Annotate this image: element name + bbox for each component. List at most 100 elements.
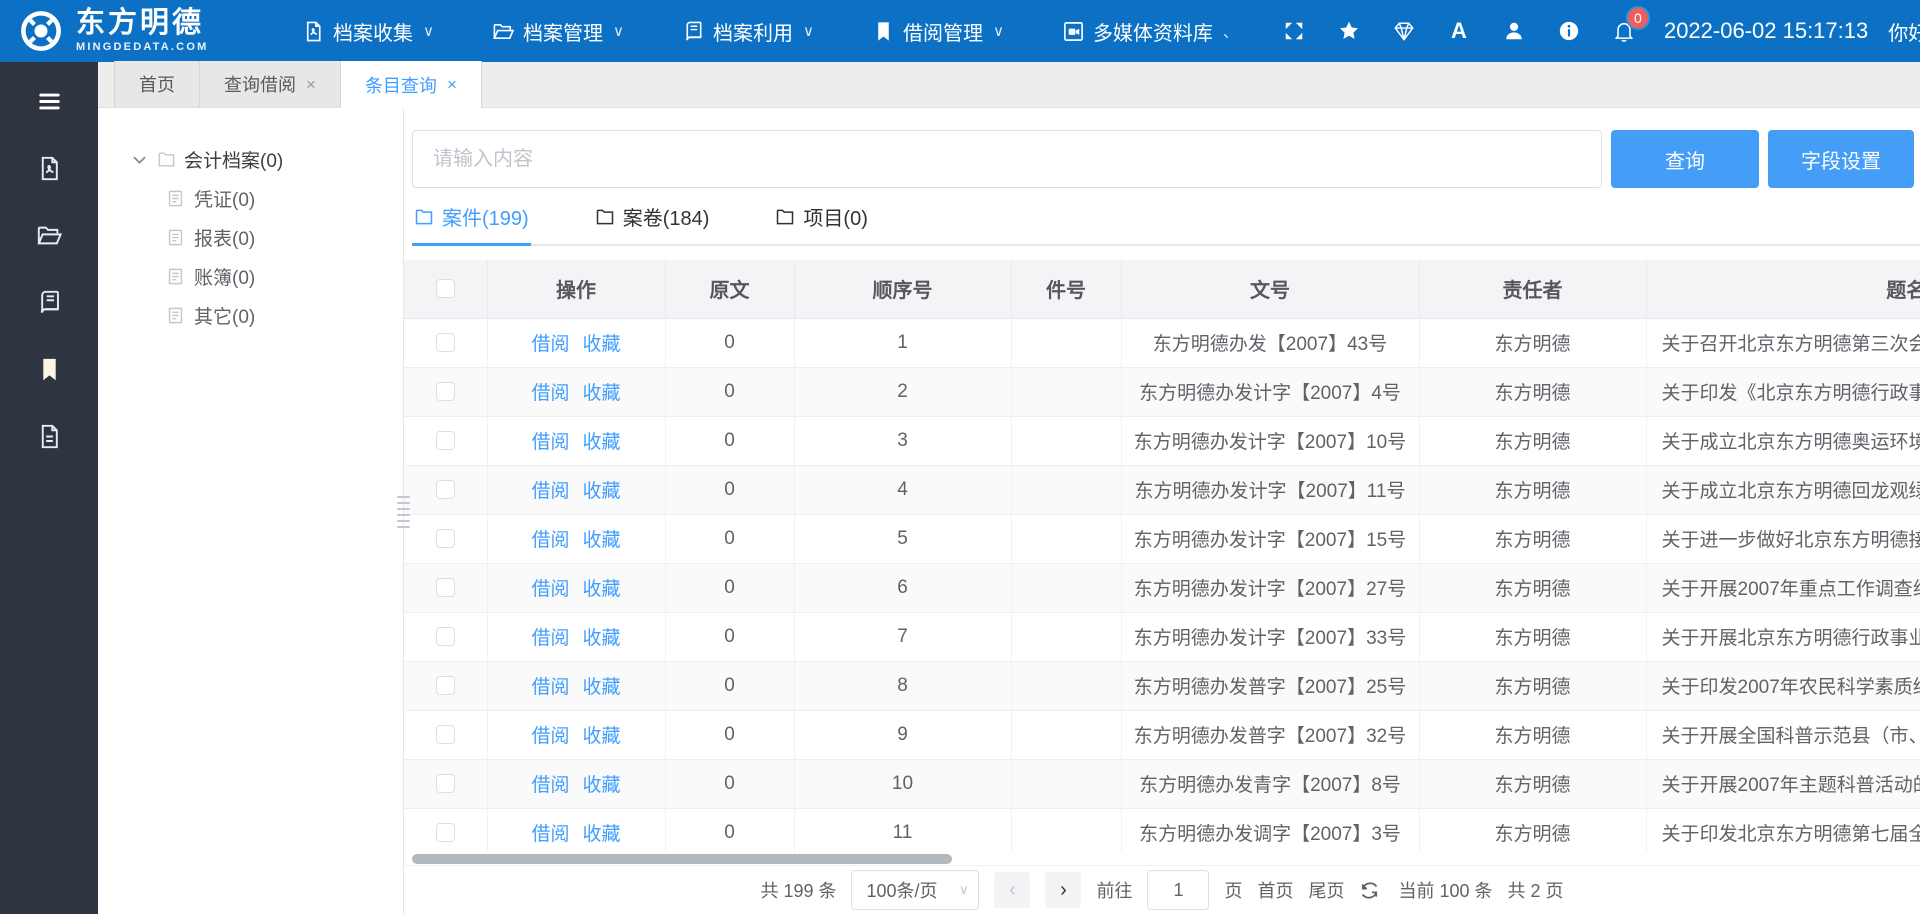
borrow-link[interactable]: 借阅 bbox=[531, 819, 569, 846]
table-row: 借阅 收藏 0 2 东方明德办发计字【2007】4号 东方明德 关于印发《北京东… bbox=[404, 367, 1920, 416]
file-icon[interactable] bbox=[34, 421, 64, 451]
row-checkbox[interactable] bbox=[436, 480, 455, 499]
menu-archive-use[interactable]: 档案利用 ∨ bbox=[682, 17, 814, 46]
favorite-link[interactable]: 收藏 bbox=[583, 623, 621, 650]
favorite-link[interactable]: 收藏 bbox=[583, 672, 621, 699]
gem-icon[interactable] bbox=[1392, 19, 1416, 43]
tree-node-accounting-archive[interactable]: 会计档案(0) bbox=[98, 140, 403, 179]
borrow-link[interactable]: 借阅 bbox=[531, 525, 569, 552]
menu-label: 档案管理 bbox=[523, 17, 603, 46]
chevron-down-icon: ∨ bbox=[993, 22, 1004, 40]
bookmark-icon[interactable] bbox=[34, 354, 64, 384]
close-icon[interactable]: × bbox=[306, 76, 316, 93]
first-page-link[interactable]: 首页 bbox=[1257, 877, 1293, 903]
favorite-link[interactable]: 收藏 bbox=[583, 721, 621, 748]
app-window: 东方明德 MINGDEDATA.COM 档案收集 ∨ 档案管理 ∨ bbox=[0, 0, 1920, 914]
nav-tab[interactable]: 条目查询 × bbox=[341, 61, 482, 108]
refresh-icon[interactable] bbox=[1359, 878, 1383, 902]
favorite-link[interactable]: 收藏 bbox=[583, 525, 621, 552]
star-icon[interactable] bbox=[1337, 19, 1361, 43]
tree-leaf-item[interactable]: 凭证(0) bbox=[98, 179, 403, 218]
last-page-link[interactable]: 尾页 bbox=[1308, 877, 1344, 903]
borrow-link[interactable]: 借阅 bbox=[531, 427, 569, 454]
borrow-link[interactable]: 借阅 bbox=[531, 329, 569, 356]
file-pdf-icon[interactable] bbox=[34, 153, 64, 183]
borrow-link[interactable]: 借阅 bbox=[531, 574, 569, 601]
menu-archive-manage[interactable]: 档案管理 ∨ bbox=[492, 17, 624, 46]
info-icon[interactable] bbox=[1557, 19, 1581, 43]
row-checkbox[interactable] bbox=[436, 676, 455, 695]
search-input[interactable] bbox=[412, 130, 1602, 188]
menu-archive-collect[interactable]: 档案收集 ∨ bbox=[302, 17, 434, 46]
borrow-link[interactable]: 借阅 bbox=[531, 476, 569, 503]
cell-item-no bbox=[1011, 563, 1121, 612]
result-subtab[interactable]: 案件(199) bbox=[412, 202, 531, 246]
favorite-link[interactable]: 收藏 bbox=[583, 770, 621, 797]
cell-original: 0 bbox=[665, 612, 794, 661]
total-pages-text: 共 2 页 bbox=[1508, 877, 1564, 903]
tree-node-label: 会计档案(0) bbox=[184, 146, 283, 173]
font-icon[interactable]: A bbox=[1447, 19, 1471, 43]
document-icon bbox=[166, 306, 185, 325]
result-subtab-label: 项目(0) bbox=[803, 202, 867, 231]
query-button[interactable]: 查询 bbox=[1611, 130, 1759, 188]
cell-item-no bbox=[1011, 612, 1121, 661]
tree-leaf-item[interactable]: 报表(0) bbox=[98, 218, 403, 257]
select-all-checkbox[interactable] bbox=[436, 279, 455, 298]
prev-page-button[interactable]: ‹ bbox=[994, 872, 1030, 908]
row-checkbox[interactable] bbox=[436, 529, 455, 548]
borrow-link[interactable]: 借阅 bbox=[531, 623, 569, 650]
bell-icon[interactable]: 0 bbox=[1612, 19, 1636, 43]
cell-responsible: 东方明德 bbox=[1419, 465, 1646, 514]
close-icon[interactable]: × bbox=[447, 76, 457, 93]
page-size-select[interactable]: 100条/页 ∨ bbox=[851, 870, 979, 910]
user-icon[interactable] bbox=[1502, 19, 1526, 43]
cell-item-no bbox=[1011, 710, 1121, 759]
cell-doc-no: 东方明德办发计字【2007】11号 bbox=[1121, 465, 1419, 514]
menu-icon[interactable] bbox=[34, 86, 64, 116]
borrow-link[interactable]: 借阅 bbox=[531, 770, 569, 797]
folder-open-icon[interactable] bbox=[34, 220, 64, 250]
cell-original: 0 bbox=[665, 514, 794, 563]
book-icon[interactable] bbox=[34, 287, 64, 317]
field-settings-button[interactable]: 字段设置 bbox=[1768, 130, 1914, 188]
row-checkbox[interactable] bbox=[436, 823, 455, 842]
row-checkbox[interactable] bbox=[436, 627, 455, 646]
favorite-link[interactable]: 收藏 bbox=[583, 574, 621, 601]
cell-sequence: 2 bbox=[794, 367, 1011, 416]
row-checkbox[interactable] bbox=[436, 333, 455, 352]
row-checkbox[interactable] bbox=[436, 431, 455, 450]
menu-media-library[interactable]: 多媒体资料库 、 bbox=[1062, 17, 1238, 46]
nav-tab[interactable]: 首页 bbox=[114, 61, 200, 107]
tree-leaf-item[interactable]: 其它(0) bbox=[98, 296, 403, 335]
chevron-down-icon: ∨ bbox=[423, 22, 434, 40]
favorite-link[interactable]: 收藏 bbox=[583, 427, 621, 454]
borrow-link[interactable]: 借阅 bbox=[531, 721, 569, 748]
nav-tab[interactable]: 查询借阅 × bbox=[200, 61, 341, 107]
horizontal-scrollbar bbox=[404, 853, 1920, 865]
row-checkbox[interactable] bbox=[436, 382, 455, 401]
scrollbar-thumb[interactable] bbox=[412, 854, 952, 864]
favorite-link[interactable]: 收藏 bbox=[583, 329, 621, 356]
borrow-link[interactable]: 借阅 bbox=[531, 378, 569, 405]
result-subtab[interactable]: 项目(0) bbox=[773, 202, 869, 246]
favorite-link[interactable]: 收藏 bbox=[583, 378, 621, 405]
next-page-button[interactable]: › bbox=[1045, 872, 1081, 908]
borrow-link[interactable]: 借阅 bbox=[531, 672, 569, 699]
table-row: 借阅 收藏 0 7 东方明德办发计字【2007】33号 东方明德 关于开展北京东… bbox=[404, 612, 1920, 661]
row-checkbox[interactable] bbox=[436, 774, 455, 793]
cell-item-no bbox=[1011, 759, 1121, 808]
tree-leaf-item[interactable]: 账簿(0) bbox=[98, 257, 403, 296]
favorite-link[interactable]: 收藏 bbox=[583, 819, 621, 846]
favorite-link[interactable]: 收藏 bbox=[583, 476, 621, 503]
result-subtab[interactable]: 案卷(184) bbox=[593, 202, 712, 246]
file-pdf-icon bbox=[302, 20, 325, 43]
brand-subtitle: MINGDEDATA.COM bbox=[76, 42, 208, 53]
row-checkbox[interactable] bbox=[436, 578, 455, 597]
goto-page-input[interactable] bbox=[1147, 870, 1209, 910]
menu-borrow-manage[interactable]: 借阅管理 ∨ bbox=[872, 17, 1004, 46]
panel-resize-grip[interactable] bbox=[397, 496, 410, 528]
fullscreen-icon[interactable] bbox=[1282, 19, 1306, 43]
cell-item-no bbox=[1011, 318, 1121, 367]
row-checkbox[interactable] bbox=[436, 725, 455, 744]
